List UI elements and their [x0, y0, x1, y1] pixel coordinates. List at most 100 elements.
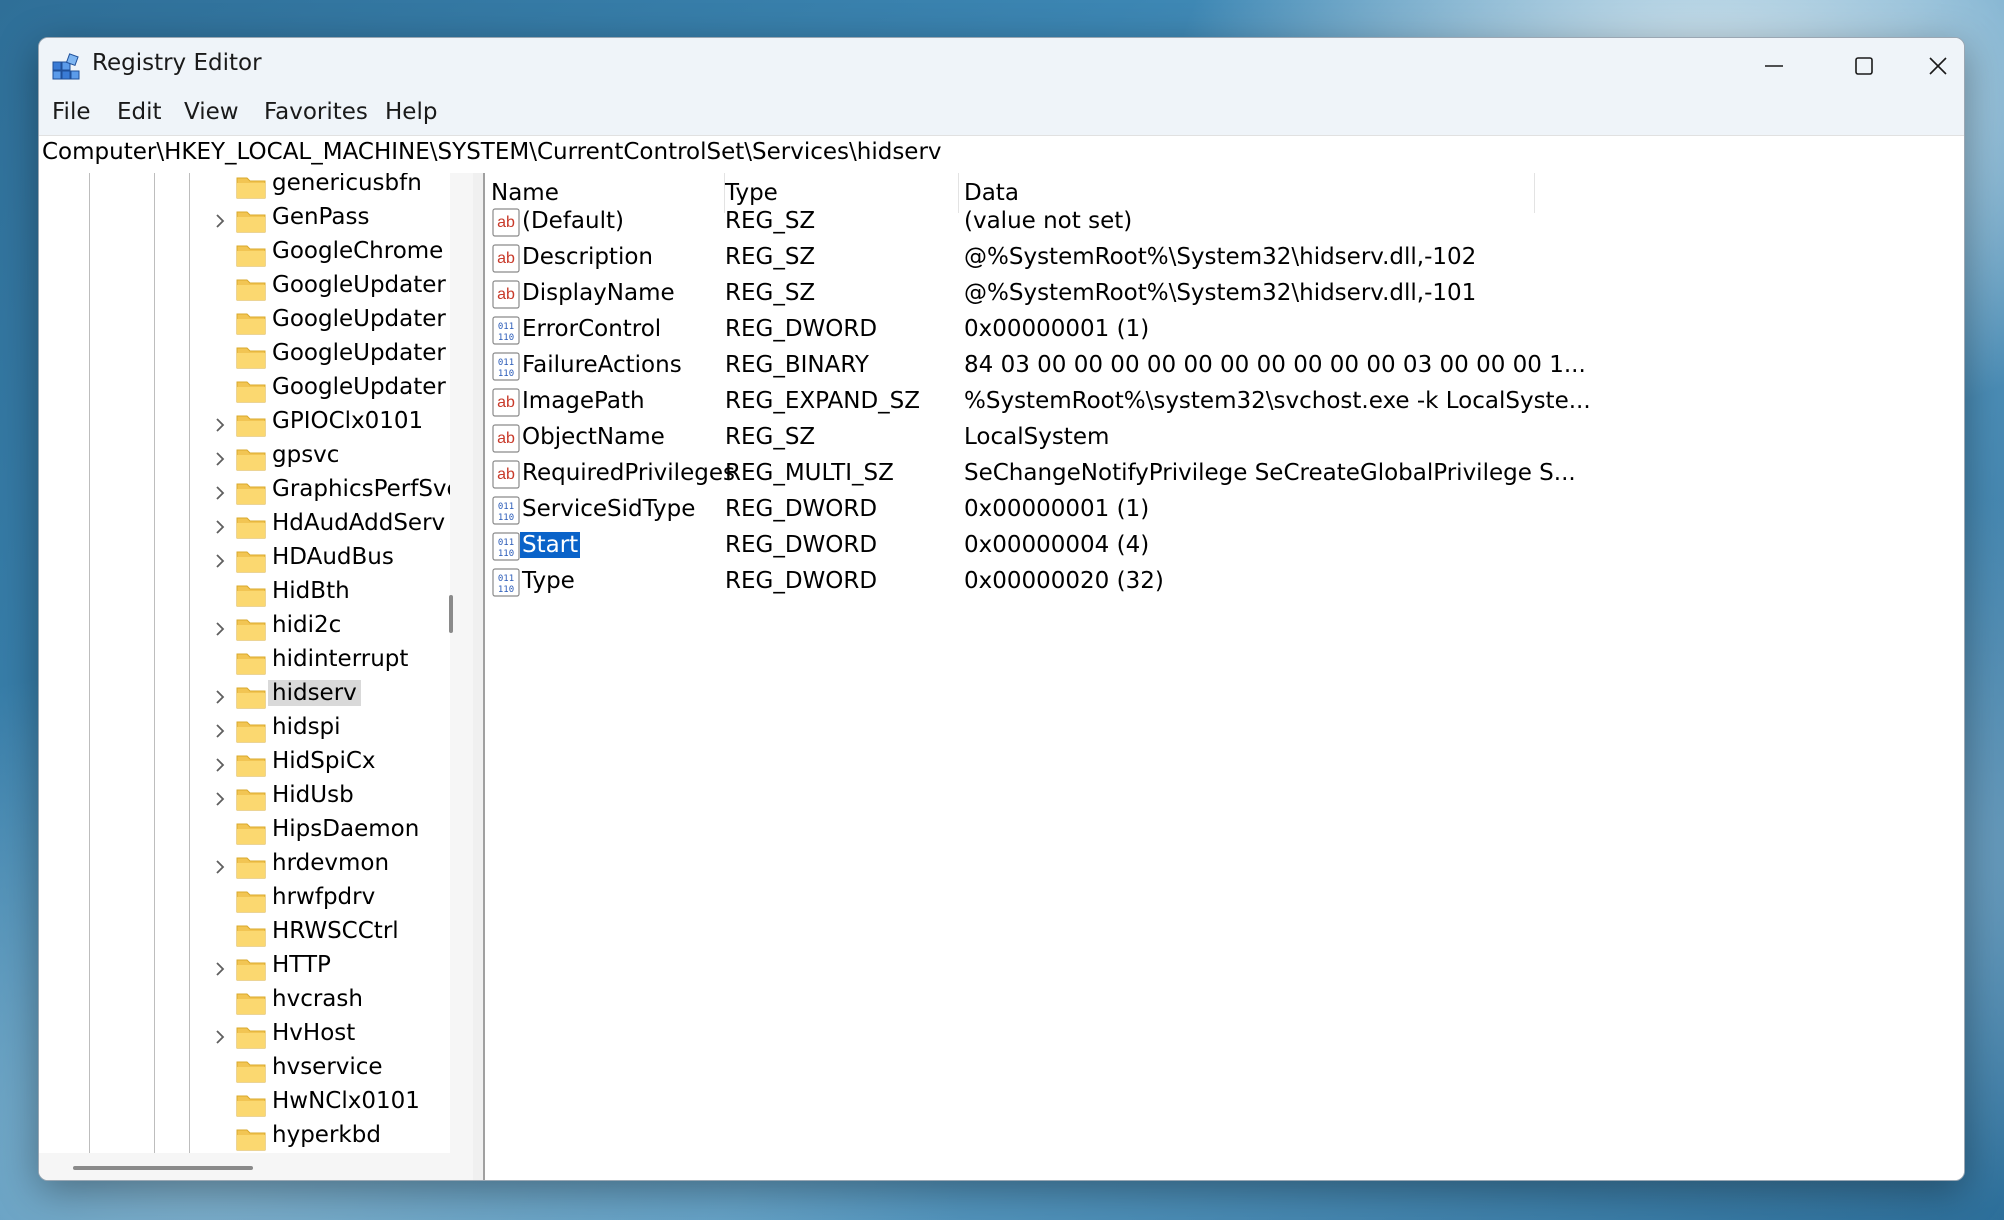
tree-item[interactable]: GoogleUpdater [39, 272, 473, 306]
tree-item[interactable]: hvcrash [39, 986, 473, 1020]
tree-item[interactable]: GraphicsPerfSvc [39, 476, 473, 510]
registry-editor-window: Registry Editor File Edit View Favorites… [38, 37, 1965, 1181]
tree-item[interactable]: HDAudBus [39, 544, 473, 578]
menu-favorites[interactable]: Favorites [264, 99, 368, 125]
values-list-pane[interactable]: Name Type Data ab (Default) REG_SZ (value n… [485, 173, 1964, 1180]
value-row[interactable]: 011 110 ServiceSidType REG_DWORD 0x00000001 … [485, 493, 1585, 529]
tree-item-label: hvcrash [272, 986, 363, 1012]
tree-item-label: hyperkbd [272, 1122, 381, 1148]
value-row[interactable]: ab RequiredPrivileges REG_MULTI_SZ SeChange… [485, 457, 1585, 493]
chevron-right-icon[interactable] [211, 517, 229, 537]
tree-item[interactable]: HRWSCCtrl [39, 918, 473, 952]
svg-text:110: 110 [498, 333, 514, 343]
value-type: REG_SZ [725, 244, 816, 270]
chevron-right-icon[interactable] [211, 687, 229, 707]
value-row[interactable]: 011 110 FailureActions REG_BINARY 84 03 00 0… [485, 349, 1586, 385]
window-title: Registry Editor [92, 50, 262, 76]
folder-icon [236, 583, 266, 607]
menu-edit[interactable]: Edit [117, 99, 162, 125]
close-button[interactable] [1911, 38, 1964, 93]
chevron-right-icon[interactable] [211, 211, 229, 231]
chevron-right-icon[interactable] [211, 1027, 229, 1047]
value-row[interactable]: ab Description REG_SZ @%SystemRoot%\System3… [485, 241, 1585, 277]
tree-item[interactable]: HipsDaemon [39, 816, 473, 850]
chevron-right-icon[interactable] [211, 755, 229, 775]
value-row[interactable]: ab DisplayName REG_SZ @%SystemRoot%\System3… [485, 277, 1585, 313]
address-path[interactable]: Computer\HKEY_LOCAL_MACHINE\SYSTEM\Curre… [42, 139, 942, 165]
tree-item[interactable]: hidinterrupt [39, 646, 473, 680]
value-name: RequiredPrivileges [522, 460, 735, 486]
key-tree-pane[interactable]: genericusbfn GenPass GoogleChrome GoogleUpd… [39, 173, 473, 1180]
tree-item[interactable]: hidserv [39, 680, 473, 714]
tree-item-label: genericusbfn [272, 173, 422, 196]
tree-item[interactable]: hrdevmon [39, 850, 473, 884]
tree-item[interactable]: HidUsb [39, 782, 473, 816]
folder-icon [236, 311, 266, 335]
tree-item[interactable]: genericusbfn [39, 173, 473, 204]
minimize-button[interactable] [1729, 38, 1819, 93]
tree-item[interactable]: gpsvc [39, 442, 473, 476]
tree-horizontal-scroll-thumb[interactable] [73, 1166, 253, 1170]
pane-splitter[interactable] [473, 173, 485, 1180]
address-bar[interactable]: Computer\HKEY_LOCAL_MACHINE\SYSTEM\Curre… [39, 135, 1964, 174]
maximize-button[interactable] [1819, 38, 1909, 93]
tree-item[interactable]: HwNClx0101 [39, 1088, 473, 1122]
chevron-right-icon[interactable] [211, 551, 229, 571]
value-row[interactable]: ab (Default) REG_SZ (value not set) [485, 205, 1585, 241]
value-row[interactable]: ab ObjectName REG_SZ LocalSystem [485, 421, 1585, 457]
value-name: Description [522, 244, 653, 270]
tree-item-label: GenPass [272, 204, 370, 230]
tree-item[interactable]: GoogleUpdater [39, 374, 473, 408]
folder-icon [236, 787, 266, 811]
tree-item-label: GraphicsPerfSvc [272, 476, 460, 502]
tree-item[interactable]: hvservice [39, 1054, 473, 1088]
chevron-right-icon[interactable] [211, 449, 229, 469]
tree-item[interactable]: hrwfpdrv [39, 884, 473, 918]
chevron-right-icon[interactable] [211, 721, 229, 741]
title-bar[interactable]: Registry Editor [39, 38, 1964, 93]
chevron-right-icon[interactable] [211, 415, 229, 435]
tree-item-label: HidUsb [272, 782, 354, 808]
tree-item[interactable]: HTTP [39, 952, 473, 986]
value-row[interactable]: 011 110 Type REG_DWORD 0x00000020 (32) [485, 565, 1585, 601]
tree-item[interactable]: GoogleChrome [39, 238, 473, 272]
tree-item[interactable]: hidspi [39, 714, 473, 748]
chevron-right-icon[interactable] [211, 959, 229, 979]
svg-text:011: 011 [498, 538, 514, 548]
tree-vertical-scroll-thumb[interactable] [449, 595, 453, 633]
tree-item[interactable]: GoogleUpdater [39, 306, 473, 340]
tree-item[interactable]: GoogleUpdater [39, 340, 473, 374]
folder-icon [236, 277, 266, 301]
value-row[interactable]: 011 110 ErrorControl REG_DWORD 0x00000001 (1… [485, 313, 1585, 349]
tree-item-label: HipsDaemon [272, 816, 420, 842]
chevron-right-icon[interactable] [211, 789, 229, 809]
tree-item[interactable]: HdAudAddServ [39, 510, 473, 544]
tree-item[interactable]: HidBth [39, 578, 473, 612]
tree-item-label: HvHost [272, 1020, 356, 1046]
tree-item[interactable]: hyperkbd [39, 1122, 473, 1156]
value-data: 0x00000020 (32) [964, 568, 1164, 594]
svg-text:ab: ab [497, 466, 515, 483]
tree-item[interactable]: GenPass [39, 204, 473, 238]
folder-icon [236, 175, 266, 199]
value-data: 0x00000001 (1) [964, 496, 1150, 522]
svg-text:ab: ab [497, 394, 515, 411]
tree-item[interactable]: GPIOClx0101 [39, 408, 473, 442]
value-data: 0x00000001 (1) [964, 316, 1150, 342]
folder-icon [236, 1059, 266, 1083]
menu-help[interactable]: Help [385, 99, 437, 125]
chevron-right-icon[interactable] [211, 619, 229, 639]
tree-vertical-scrollbar[interactable] [450, 173, 473, 1153]
value-type: REG_DWORD [725, 568, 878, 594]
chevron-right-icon[interactable] [211, 857, 229, 877]
value-row[interactable]: ab ImagePath REG_EXPAND_SZ %SystemRoot%\sys… [485, 385, 1591, 421]
value-row[interactable]: 011 110 Start REG_DWORD 0x00000004 (4) [485, 529, 1585, 565]
chevron-right-icon[interactable] [211, 483, 229, 503]
menu-view[interactable]: View [184, 99, 239, 125]
tree-item[interactable]: HvHost [39, 1020, 473, 1054]
tree-item[interactable]: hidi2c [39, 612, 473, 646]
menu-file[interactable]: File [52, 99, 91, 125]
tree-item[interactable]: HidSpiCx [39, 748, 473, 782]
value-name: Type [522, 568, 575, 594]
tree-item-label: HDAudBus [272, 544, 394, 570]
